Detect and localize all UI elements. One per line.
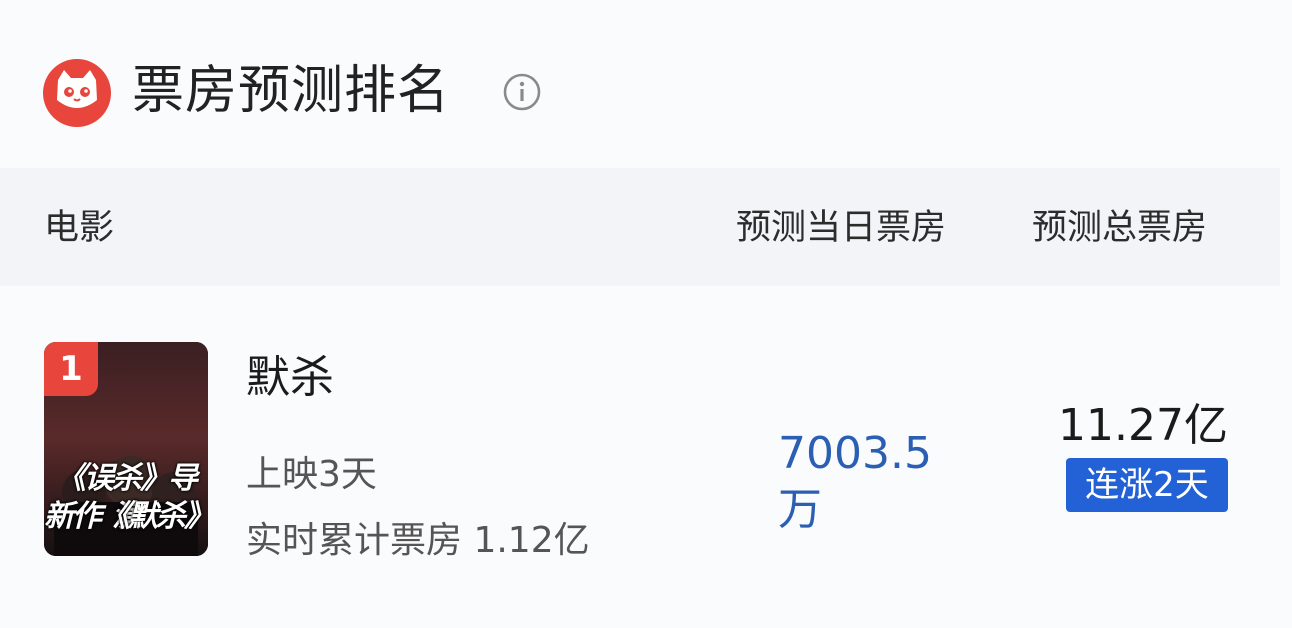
total-forecast-value: 11.27亿 [1058, 400, 1228, 451]
poster-tagline-2: 新作《默杀》 [44, 499, 208, 534]
column-header-movie: 电影 [44, 208, 115, 248]
page-title: 票房预测排名 [132, 61, 451, 121]
header: 票房预测排名 [0, 0, 1292, 168]
column-header-day-forecast[interactable]: 预测当日票房 [736, 206, 946, 250]
streak-badge: 连涨2天 [1066, 458, 1228, 512]
movie-title[interactable]: 默杀 [246, 350, 334, 406]
column-header-total-forecast[interactable]: 预测总票房 [1032, 206, 1207, 250]
rank-badge: 1 [44, 342, 98, 396]
maoyan-cat-logo [43, 59, 111, 127]
days-released: 上映3天 [246, 454, 377, 495]
day-forecast-value: 7003.5万 [778, 428, 932, 535]
info-icon[interactable] [502, 72, 542, 112]
cumulative-box-office: 实时累计票房 1.12亿 [246, 520, 590, 561]
column-header-bar: 电影 预测当日票房 预测总票房 [0, 168, 1280, 286]
box-office-forecast-page: 票房预测排名 电影 预测当日票房 预测总票房 《误杀》导演 新作《默杀》 1 默… [0, 0, 1292, 628]
table-row[interactable]: 《误杀》导演 新作《默杀》 1 默杀 上映3天 实时累计票房 1.12亿 700… [0, 286, 1292, 628]
